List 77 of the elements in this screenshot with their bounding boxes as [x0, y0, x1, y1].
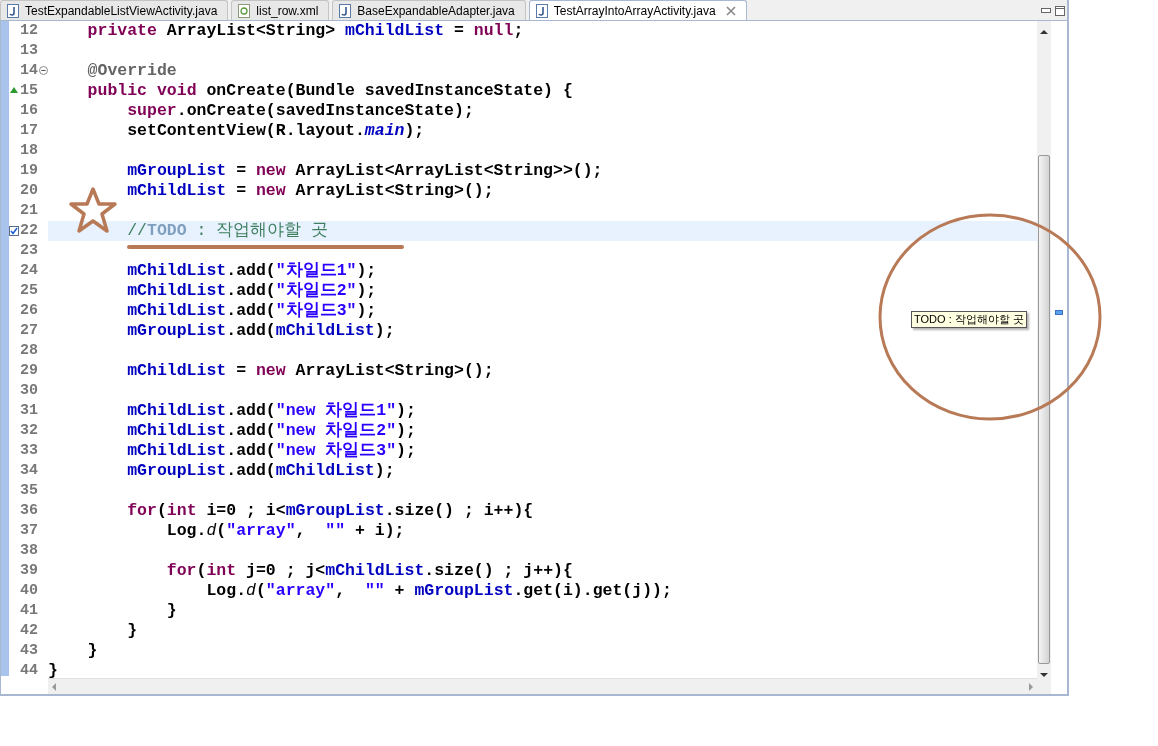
- line-number: 15: [20, 81, 38, 101]
- line-number: 39: [20, 561, 38, 581]
- task-marker[interactable]: [1055, 310, 1063, 315]
- line-number: 25: [20, 281, 38, 301]
- editor-tab[interactable]: TestExpandableListViewActivity.java: [0, 0, 229, 20]
- line-number: 23: [20, 241, 38, 261]
- line-number: 32: [20, 421, 38, 441]
- code-line: mGroupList.add(mChildList);: [126, 321, 395, 340]
- code-line: Log.d("array", "" + mGroupList.get(i).get(j));: [205, 581, 672, 600]
- code-line: mChildList.add("new 차일드1");: [126, 401, 416, 420]
- code-line: private ArrayList<String> mChildList = null;: [86, 21, 524, 40]
- line-number: 29: [20, 361, 38, 381]
- line-number: 40: [20, 581, 38, 601]
- code-line: mChildList.add("차일드2");: [126, 281, 377, 300]
- line-number: 26: [20, 301, 38, 321]
- scrollbar-thumb[interactable]: [1038, 155, 1050, 664]
- star-drawing: [68, 186, 118, 234]
- line-number: 14: [20, 61, 38, 81]
- line-number: 17: [20, 121, 38, 141]
- code-line: //TODO : 작업해야할 곳: [126, 221, 329, 240]
- scroll-down-icon[interactable]: [1040, 672, 1048, 678]
- code-line: for(int j=0 ; j<mChildList.size() ; j++){: [165, 561, 573, 580]
- code-line: }: [86, 641, 98, 660]
- editor-tab[interactable]: TestArrayIntoArrayActivity.java: [528, 0, 747, 20]
- line-number: 41: [20, 601, 38, 621]
- line-number: 38: [20, 541, 38, 561]
- code-line: mGroupList.add(mChildList);: [126, 461, 395, 480]
- line-number: 19: [20, 161, 38, 181]
- java-file-icon: [7, 3, 19, 18]
- code-line: mChildList.add("차일드1");: [126, 261, 377, 280]
- line-number: 22: [20, 221, 38, 241]
- line-number: 27: [20, 321, 38, 341]
- line-number: 37: [20, 521, 38, 541]
- xml-file-icon: [238, 3, 251, 18]
- code-line: }: [126, 621, 138, 640]
- editor-tab[interactable]: list_row.xml: [231, 0, 330, 20]
- code-line: for(int i=0 ; i<mGroupList.size() ; i++){: [126, 501, 534, 520]
- close-icon[interactable]: [725, 5, 736, 16]
- code-line: }: [165, 601, 177, 620]
- code-line: mChildList.add("new 차일드3");: [126, 441, 416, 460]
- line-number: 31: [20, 401, 38, 421]
- java-file-icon: [535, 3, 548, 18]
- line-number: 18: [20, 141, 38, 161]
- override-triangle-icon: [10, 87, 18, 93]
- code-line: mChildList = new ArrayList<String>();: [126, 361, 494, 380]
- code-line: mChildList = new ArrayList<String>();: [126, 181, 494, 200]
- code-line: mChildList.add("차일드3");: [126, 301, 377, 320]
- line-number: 24: [20, 261, 38, 281]
- code-line: @Override: [86, 61, 177, 80]
- line-number: 42: [20, 621, 38, 641]
- code-line: mGroupList = new ArrayList<ArrayList<String>>();: [126, 161, 603, 180]
- tooltip: TODO : 작업해야할 곳: [911, 311, 1027, 328]
- minimize-icon[interactable]: [1041, 8, 1051, 14]
- line-number: 44: [20, 661, 38, 678]
- code-line: mChildList.add("new 차일드2");: [126, 421, 416, 440]
- line-number: 36: [20, 501, 38, 521]
- line-number: 16: [20, 101, 38, 121]
- scroll-up-icon[interactable]: [1040, 29, 1048, 35]
- code-line: Log.d("array", "" + i);: [165, 521, 405, 540]
- line-number: 43: [20, 641, 38, 661]
- line-number: 33: [20, 441, 38, 461]
- editor-tab[interactable]: BaseExpandableAdapter.java: [332, 0, 526, 20]
- line-number: 13: [20, 41, 38, 61]
- java-file-icon: [339, 3, 352, 18]
- line-number: 21: [20, 201, 38, 221]
- line-number: 30: [20, 381, 38, 401]
- code-line: setContentView(R.layout.main);: [126, 121, 425, 140]
- code-line: }: [48, 661, 58, 678]
- line-number: 35: [20, 481, 38, 501]
- line-number: 12: [20, 21, 38, 41]
- code-line: public void onCreate(Bundle savedInstanceState) {: [86, 81, 573, 100]
- code-line: super.onCreate(savedInstanceState);: [126, 101, 474, 120]
- line-number: 28: [20, 341, 38, 361]
- collapse-icon[interactable]: [39, 66, 48, 75]
- maximize-icon[interactable]: [1055, 6, 1065, 16]
- line-number: 20: [20, 181, 38, 201]
- line-number: 34: [20, 461, 38, 481]
